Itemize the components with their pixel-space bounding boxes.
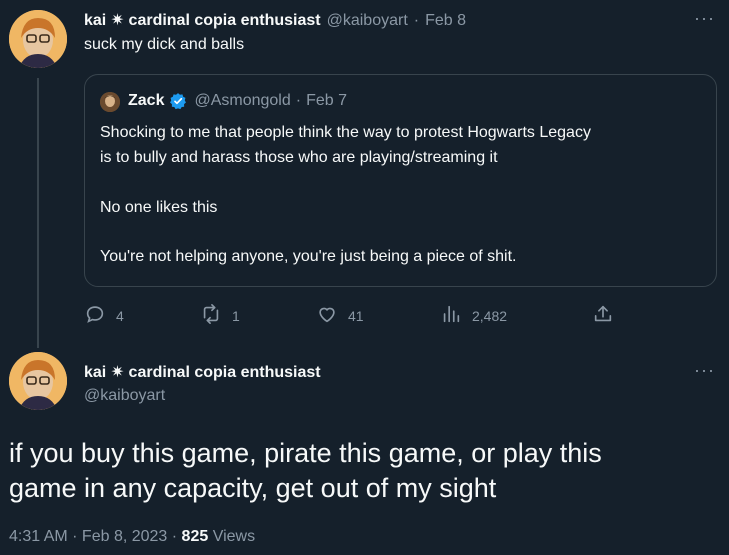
views-action[interactable]: 2,482 <box>440 303 507 328</box>
reply-action[interactable]: 4 <box>84 303 124 328</box>
retweet-icon <box>200 303 222 328</box>
share-action[interactable] <box>592 303 614 328</box>
retweet-action[interactable]: 1 <box>200 303 240 328</box>
main-avatar[interactable] <box>9 352 67 410</box>
reply-header: kai ✷ cardinal copia enthusiast @kaiboya… <box>84 10 466 30</box>
quoted-header: Zack @Asmongold · Feb 7 <box>128 92 347 110</box>
views-count: 2,482 <box>472 307 508 324</box>
heart-icon <box>316 303 338 328</box>
reply-date[interactable]: Feb 8 <box>425 12 466 30</box>
quoted-display-name[interactable]: Zack <box>128 92 164 110</box>
main-views-label: Views <box>208 528 256 545</box>
reply-handle[interactable]: @kaiboyart <box>327 12 408 30</box>
quoted-line-3: No one likes this <box>100 199 218 216</box>
share-icon <box>592 303 614 328</box>
quoted-line-2: is to bully and harass those who are pla… <box>100 149 498 166</box>
quoted-line-1: Shocking to me that people think the way… <box>100 124 591 141</box>
reply-date-sep: · <box>413 12 420 29</box>
retweet-count: 1 <box>232 307 240 324</box>
like-action[interactable]: 41 <box>316 303 364 328</box>
reply-avatar[interactable] <box>9 10 67 68</box>
thread-line <box>37 78 39 348</box>
like-count: 41 <box>348 307 364 324</box>
main-text-line-2: game in any capacity, get out of my sigh… <box>9 473 497 503</box>
main-display-name[interactable]: kai ✷ cardinal copia enthusiast <box>84 362 321 382</box>
main-text-line-1: if you buy this game, pirate this game, … <box>9 438 602 468</box>
quoted-avatar <box>100 92 120 112</box>
reply-more-icon[interactable]: ··· <box>694 8 715 29</box>
analytics-icon <box>440 303 462 328</box>
quoted-date[interactable]: Feb 7 <box>306 92 347 110</box>
reply-count: 4 <box>116 307 124 324</box>
main-more-icon[interactable]: ··· <box>694 360 715 381</box>
main-timestamp[interactable]: 4:31 AM · Feb 8, 2023 · <box>9 528 182 545</box>
reply-icon <box>84 303 106 328</box>
quoted-line-4: You're not helping anyone, you're just b… <box>100 248 517 265</box>
main-handle[interactable]: @kaiboyart <box>84 387 165 405</box>
quoted-handle[interactable]: @Asmongold <box>194 92 290 110</box>
reply-text: suck my dick and balls <box>84 36 245 53</box>
main-views-count: 825 <box>181 528 209 545</box>
reply-display-name[interactable]: kai ✷ cardinal copia enthusiast <box>84 10 321 30</box>
verified-badge-icon <box>169 92 187 110</box>
quoted-date-sep: · <box>295 92 302 109</box>
main-meta: 4:31 AM · Feb 8, 2023 · 825 Views <box>9 528 255 546</box>
